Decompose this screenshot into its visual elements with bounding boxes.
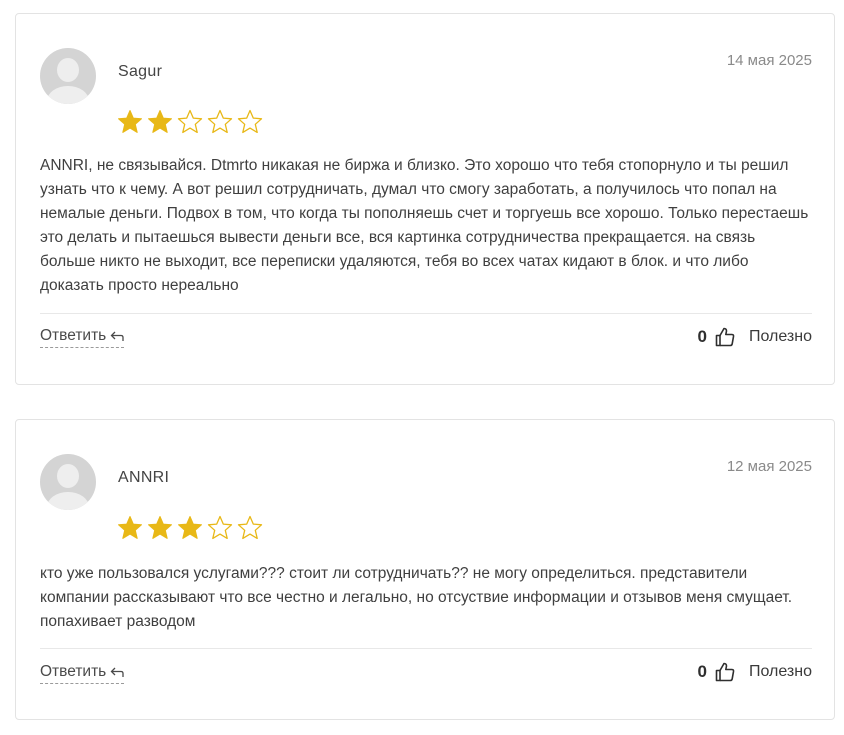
review-card: ANNRI 12 мая 2025 кто уже пользовался ус… <box>15 419 835 720</box>
divider <box>40 313 812 314</box>
star-rating <box>116 514 264 542</box>
star-outline-icon <box>237 515 263 540</box>
thumbs-up-icon[interactable] <box>715 327 735 347</box>
star-rating <box>116 108 264 136</box>
useful-count: 0 <box>697 327 707 346</box>
review-author: Sagur <box>118 63 163 80</box>
star-outline-icon <box>177 109 203 134</box>
review-text: ANNRI, не связывайся. Dtmrto никакая не … <box>40 157 809 294</box>
review-date: 14 мая 2025 <box>726 52 812 69</box>
star-outline-icon <box>207 515 233 540</box>
star-filled-icon <box>118 110 142 133</box>
star-filled-icon <box>148 110 172 133</box>
review-author: ANNRI <box>118 469 170 486</box>
divider <box>40 648 812 649</box>
star-outline-icon <box>237 109 263 134</box>
reply-label: Ответить <box>40 327 107 344</box>
useful-block: 0 Полезно <box>698 327 812 347</box>
star-filled-icon <box>148 516 172 539</box>
useful-label: Полезно <box>749 663 812 680</box>
useful-count: 0 <box>697 662 707 681</box>
star-filled-icon <box>178 516 202 539</box>
review-text: кто уже пользовался услугами??? стоит ли… <box>40 565 793 630</box>
reply-button[interactable]: Ответить <box>40 663 125 684</box>
star-outline-icon <box>207 109 233 134</box>
useful-label: Полезно <box>749 328 812 345</box>
reply-label: Ответить <box>40 663 107 680</box>
reply-arrow-icon <box>110 331 124 341</box>
reply-arrow-icon <box>110 667 124 677</box>
review-card: Sagur 14 мая 2025 ANNRI, не связывайся. … <box>15 13 835 385</box>
useful-block: 0 Полезно <box>698 662 812 682</box>
avatar <box>40 48 96 104</box>
star-filled-icon <box>118 516 142 539</box>
reply-button[interactable]: Ответить <box>40 327 125 348</box>
review-date: 12 мая 2025 <box>726 458 812 475</box>
avatar <box>40 454 96 510</box>
thumbs-up-icon[interactable] <box>715 662 735 682</box>
